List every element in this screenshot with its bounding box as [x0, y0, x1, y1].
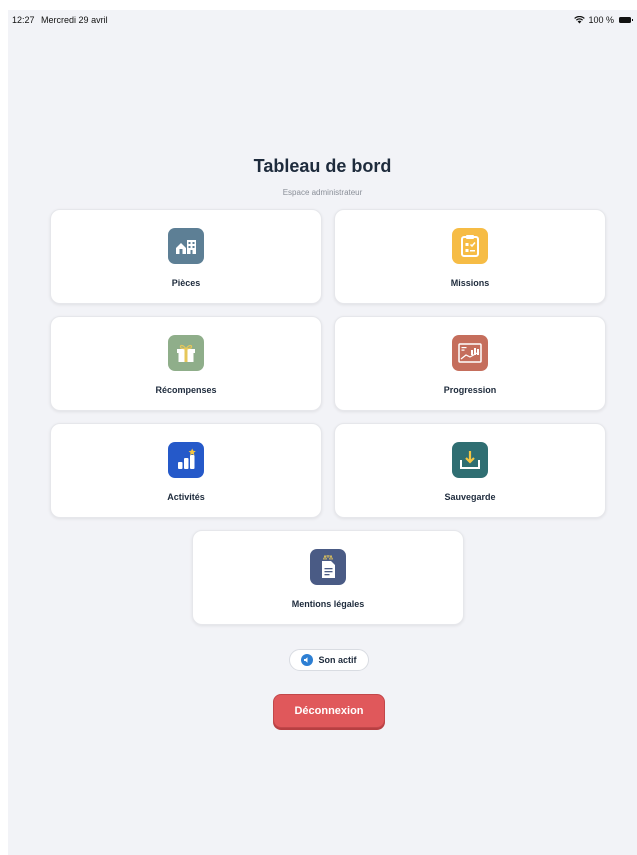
chart-frame-icon — [452, 335, 488, 371]
card-missions[interactable]: Missions — [334, 209, 606, 304]
page-title: Tableau de bord — [253, 156, 392, 176]
gift-icon — [168, 335, 204, 371]
legal-document-icon — [310, 549, 346, 585]
card-activites[interactable]: Activités — [50, 423, 322, 518]
battery-icon — [619, 17, 633, 23]
card-label: Récompenses — [155, 385, 217, 395]
status-right: 100 % — [574, 15, 633, 25]
status-left: 12:27 Mercredi 29 avril — [12, 15, 112, 25]
card-label: Mentions légales — [291, 599, 365, 609]
speaker-icon — [301, 654, 314, 666]
card-mentions-legales[interactable]: Mentions légales — [192, 530, 464, 625]
card-label: Progression — [443, 385, 497, 395]
status-date: Mercredi 29 avril — [41, 15, 108, 25]
app-screen: 12:27 Mercredi 29 avril 100 % Tableau de… — [8, 10, 637, 855]
card-label: Missions — [450, 278, 490, 288]
clipboard-icon — [452, 228, 488, 264]
page-subtitle: Espace administrateur — [282, 188, 363, 197]
bar-star-icon — [168, 442, 204, 478]
card-label: Activités — [167, 492, 205, 502]
wifi-icon — [574, 16, 586, 24]
status-time: 12:27 — [12, 15, 35, 25]
card-label: Sauvegarde — [444, 492, 496, 502]
battery-percent: 100 % — [588, 15, 614, 25]
sound-toggle-label: Son actif — [318, 655, 357, 665]
logout-button[interactable]: Déconnexion — [273, 694, 385, 728]
house-icon — [168, 228, 204, 264]
card-sauvegarde[interactable]: Sauvegarde — [334, 423, 606, 518]
status-bar: 12:27 Mercredi 29 avril 100 % — [8, 10, 637, 30]
sound-toggle-button[interactable]: Son actif — [289, 649, 369, 671]
card-pieces[interactable]: Pièces — [50, 209, 322, 304]
card-progression[interactable]: Progression — [334, 316, 606, 411]
card-recompenses[interactable]: Récompenses — [50, 316, 322, 411]
download-tray-icon — [452, 442, 488, 478]
card-label: Pièces — [171, 278, 201, 288]
